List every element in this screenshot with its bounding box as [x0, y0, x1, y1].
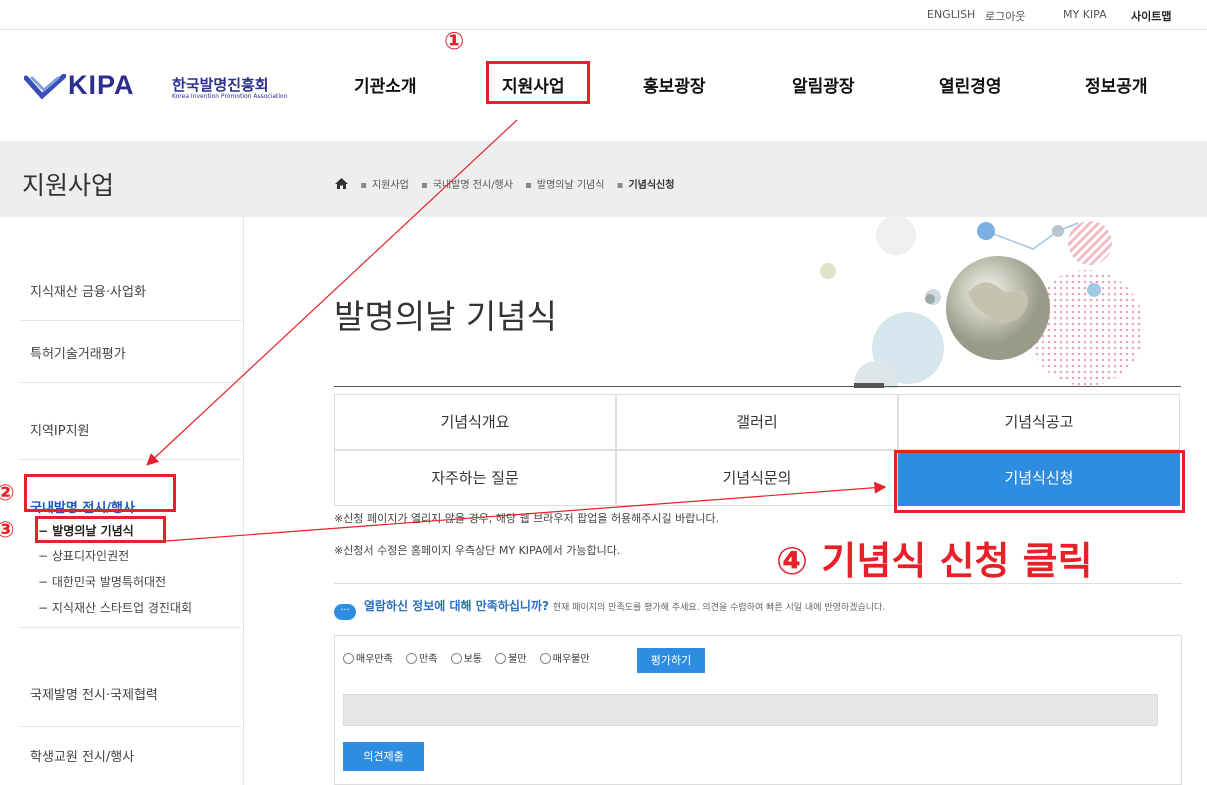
- annotation-arrows: [146, 119, 887, 542]
